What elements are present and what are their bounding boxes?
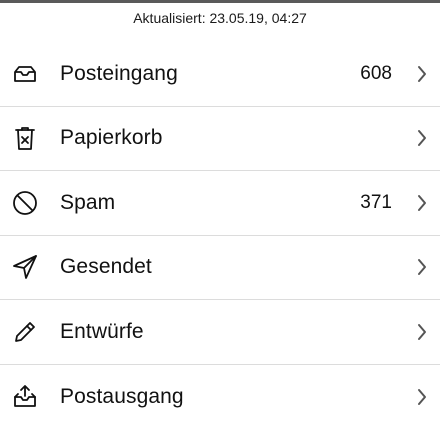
folder-label: Gesendet	[60, 255, 152, 279]
chevron-right-icon	[416, 194, 428, 212]
unread-count: 608	[360, 62, 392, 84]
pencil-icon	[9, 316, 41, 348]
chevron-right-icon	[416, 323, 428, 341]
spam-icon	[9, 187, 41, 219]
last-updated-status: Aktualisiert: 23.05.19, 04:27	[133, 10, 307, 26]
folder-row-posteingang[interactable]: Posteingang 608	[0, 42, 440, 107]
folder-row-gesendet[interactable]: Gesendet	[0, 236, 440, 300]
folder-label: Posteingang	[60, 61, 178, 85]
send-icon	[9, 251, 41, 283]
chevron-right-icon	[416, 65, 428, 83]
folder-row-spam[interactable]: Spam 371	[0, 171, 440, 236]
folder-label: Spam	[60, 190, 116, 214]
inbox-icon	[9, 58, 41, 90]
unread-count: 371	[360, 191, 392, 213]
chevron-right-icon	[416, 388, 428, 406]
outbox-icon	[9, 381, 41, 413]
folder-row-postausgang[interactable]: Postausgang	[0, 365, 440, 430]
chevron-right-icon	[416, 258, 428, 276]
trash-icon	[9, 122, 41, 154]
folder-label: Papierkorb	[60, 126, 163, 150]
folder-row-entwuerfe[interactable]: Entwürfe	[0, 300, 440, 365]
top-divider	[0, 0, 440, 3]
folder-list: Posteingang 608 Papierkorb Spam 371 Gese…	[0, 42, 440, 429]
chevron-right-icon	[416, 129, 428, 147]
folder-row-papierkorb[interactable]: Papierkorb	[0, 107, 440, 171]
folder-label: Postausgang	[60, 384, 184, 408]
folder-label: Entwürfe	[60, 319, 144, 343]
